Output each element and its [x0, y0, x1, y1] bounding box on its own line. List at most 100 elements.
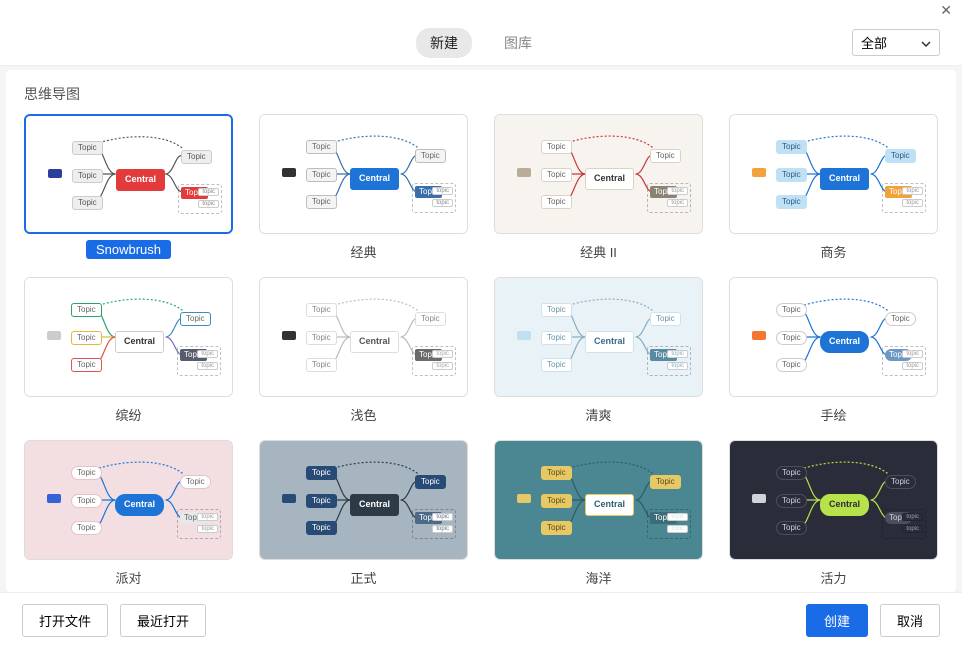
central-node: Central [820, 168, 869, 190]
sub-topic: topic [902, 187, 923, 195]
template-fresh[interactable]: Central Topic Topic Topic Topic Topic to… [494, 277, 703, 432]
topic-node: Topic [306, 140, 337, 154]
topic-group: Topic topic topic [882, 183, 926, 213]
template-business[interactable]: Central Topic Topic Topic Topic Topic to… [729, 114, 938, 269]
template-sketch[interactable]: Central Topic Topic Topic Topic Topic to… [729, 277, 938, 432]
template-grid: Central Topic Topic Topic Topic Topic to… [24, 114, 938, 592]
topic-node: Topic [72, 196, 103, 210]
topic-node: Topic [415, 149, 446, 163]
template-label: 缤纷 [105, 403, 151, 426]
sub-topic: topic [902, 199, 923, 207]
topic-node: Topic [541, 466, 572, 480]
template-thumbnail: Central Topic Topic Topic Topic Topic to… [24, 277, 233, 397]
floating-node [282, 494, 296, 503]
sub-topic: topic [902, 513, 923, 521]
topic-group: Topic topic topic [647, 509, 691, 539]
central-node: Central [116, 169, 165, 191]
topic-node: Topic [71, 494, 102, 508]
topic-node: Topic [71, 521, 102, 535]
topic-node: Topic [650, 149, 681, 163]
topic-node: Topic [541, 494, 572, 508]
topic-node: Topic [72, 141, 103, 155]
close-icon[interactable]: ✕ [940, 0, 952, 20]
template-gallery: 思维导图 Central Topic Topic Topic Topic Top… [6, 70, 956, 592]
sub-topic: topic [667, 187, 688, 195]
template-label: 活力 [810, 566, 856, 589]
sub-topic: topic [432, 525, 453, 533]
sub-topic: topic [432, 187, 453, 195]
tab-gallery[interactable]: 图库 [490, 28, 546, 58]
template-label: 经典 II [570, 240, 627, 263]
floating-node [752, 331, 766, 340]
central-node: Central [585, 168, 634, 190]
template-label: 商务 [810, 240, 856, 263]
filter-dropdown[interactable]: 全部 [852, 29, 940, 56]
central-node: Central [820, 494, 869, 516]
template-thumbnail: Central Topic Topic Topic Topic Topic to… [494, 277, 703, 397]
open-file-button[interactable]: 打开文件 [22, 604, 108, 637]
tab-new[interactable]: 新建 [416, 28, 472, 58]
central-node: Central [350, 168, 399, 190]
template-classic[interactable]: Central Topic Topic Topic Topic Topic to… [259, 114, 468, 269]
template-thumbnail: Central Topic Topic Topic Topic Topic to… [729, 440, 938, 560]
topic-group: Topic topic topic [412, 183, 456, 213]
template-ocean[interactable]: Central Topic Topic Topic Topic Topic to… [494, 440, 703, 592]
topic-node: Topic [306, 195, 337, 209]
floating-node [752, 494, 766, 503]
sub-topic: topic [197, 525, 218, 533]
sub-topic: topic [432, 513, 453, 521]
topic-group: Topic topic topic [412, 509, 456, 539]
topic-node: Topic [180, 475, 211, 489]
filter-label: 全部 [861, 33, 887, 52]
topic-node: Topic [306, 303, 337, 317]
topic-node: Topic [541, 521, 572, 535]
topic-node: Topic [71, 303, 102, 317]
title-bar: ✕ [0, 0, 962, 20]
template-thumbnail: Central Topic Topic Topic Topic Topic to… [259, 277, 468, 397]
template-thumbnail: Central Topic Topic Topic Topic Topic to… [24, 440, 233, 560]
template-classic2[interactable]: Central Topic Topic Topic Topic Topic to… [494, 114, 703, 269]
floating-node [47, 494, 61, 503]
template-formal[interactable]: Central Topic Topic Topic Topic Topic to… [259, 440, 468, 592]
template-light[interactable]: Central Topic Topic Topic Topic Topic to… [259, 277, 468, 432]
template-colorful[interactable]: Central Topic Topic Topic Topic Topic to… [24, 277, 233, 432]
topic-node: Topic [306, 494, 337, 508]
central-node: Central [115, 331, 164, 353]
template-thumbnail: Central Topic Topic Topic Topic Topic to… [729, 114, 938, 234]
topic-node: Topic [180, 312, 211, 326]
topic-node: Topic [776, 303, 807, 317]
topic-node: Topic [776, 140, 807, 154]
topic-node: Topic [776, 521, 807, 535]
topic-node: Topic [71, 358, 102, 372]
cancel-button[interactable]: 取消 [880, 604, 940, 637]
topic-group: Topic topic topic [882, 346, 926, 376]
topic-node: Topic [541, 331, 572, 345]
topic-group: Topic topic topic [647, 183, 691, 213]
topic-node: Topic [650, 475, 681, 489]
central-node: Central [585, 494, 634, 516]
template-thumbnail: Central Topic Topic Topic Topic Topic to… [259, 114, 468, 234]
sub-topic: topic [197, 362, 218, 370]
template-label: 浅色 [340, 403, 386, 426]
template-label: 手绘 [810, 403, 856, 426]
template-label: 派对 [105, 566, 151, 589]
template-party[interactable]: Central Topic Topic Topic Topic Topic to… [24, 440, 233, 592]
topic-node: Topic [776, 168, 807, 182]
template-snowbrush[interactable]: Central Topic Topic Topic Topic Topic to… [24, 114, 233, 269]
topic-node: Topic [181, 150, 212, 164]
template-vitality[interactable]: Central Topic Topic Topic Topic Topic to… [729, 440, 938, 592]
central-node: Central [115, 494, 164, 516]
create-button[interactable]: 创建 [806, 604, 868, 637]
topic-group: Topic topic topic [178, 184, 222, 214]
sub-topic: topic [902, 350, 923, 358]
topic-group: Topic topic topic [177, 346, 221, 376]
template-thumbnail: Central Topic Topic Topic Topic Topic to… [24, 114, 233, 234]
topic-node: Topic [415, 312, 446, 326]
template-label: 清爽 [575, 403, 621, 426]
topic-node: Topic [776, 494, 807, 508]
sub-topic: topic [667, 513, 688, 521]
sub-topic: topic [197, 350, 218, 358]
recent-button[interactable]: 最近打开 [120, 604, 206, 637]
central-node: Central [350, 494, 399, 516]
template-label: Snowbrush [86, 240, 171, 259]
